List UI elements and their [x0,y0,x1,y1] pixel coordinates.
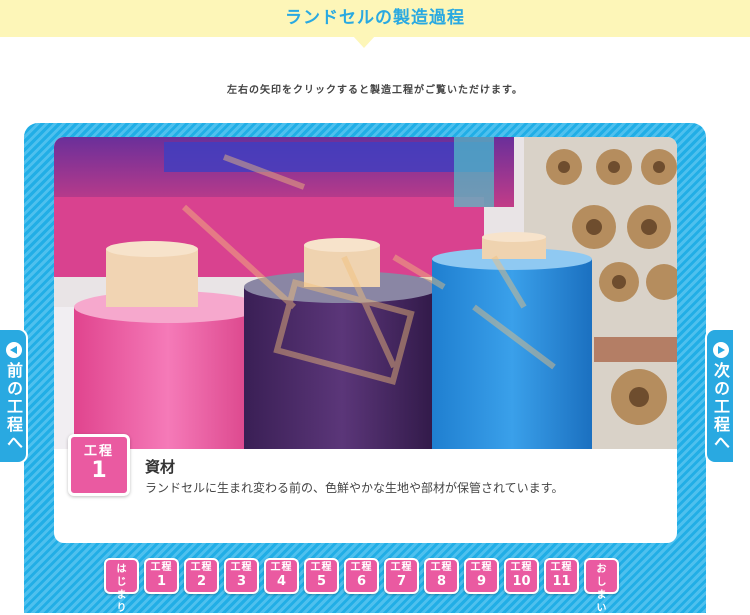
step-nav-item-4[interactable]: 工程 4 [264,558,299,594]
step-nav-item-3[interactable]: 工程 3 [224,558,259,594]
step-nav-item-5[interactable]: 工程 5 [304,558,339,594]
step-nav-label: 工程 [150,562,173,573]
step-nav-start[interactable]: はじまり [104,558,139,614]
step-nav-item-6[interactable]: 工程 6 [344,558,379,594]
step-title: 資材 [145,458,176,476]
title-pointer [353,36,375,48]
next-step-button[interactable]: 次の工程へ [705,328,735,464]
step-badge-label: 工程 [83,444,114,459]
step-badge-number: 1 [91,458,107,483]
step-nav-start-label: はじまり [116,564,127,614]
prev-step-button[interactable]: 前の工程へ [0,328,28,464]
step-nav-number: 1 [156,574,167,589]
step-nav-item-7[interactable]: 工程 7 [384,558,419,594]
step-nav-number: 3 [236,574,247,589]
title-band: ランドセルの製造過程 [0,0,750,37]
page-title: ランドセルの製造過程 [285,8,465,28]
material-rolls-photo [54,137,677,449]
step-nav-label: 工程 [230,562,253,573]
step-nav-number: 5 [316,574,327,589]
instruction-text: 左右の矢印をクリックすると製造工程がご覧いただけます。 [227,85,523,96]
step-nav-number: 6 [356,574,367,589]
step-badge: 工程 1 [68,434,130,496]
step-nav-label: 工程 [430,562,453,573]
step-nav-label: 工程 [550,562,573,573]
step-nav-label: 工程 [510,562,533,573]
step-nav-label: 工程 [350,562,373,573]
step-nav-label: 工程 [310,562,333,573]
step-nav-number: 7 [396,574,407,589]
step-nav-number: 11 [552,574,571,589]
step-nav-item-10[interactable]: 工程 10 [504,558,539,594]
next-step-label: 次の工程へ [711,362,730,452]
step-nav-label: 工程 [390,562,413,573]
step-nav-number: 10 [512,574,531,589]
step-nav-label: 工程 [190,562,213,573]
step-description: ランドセルに生まれ変わる前の、色鮮やかな生地や部材が保管されています。 [145,481,564,495]
arrow-left-circle-icon [6,342,22,358]
step-nav-number: 4 [276,574,287,589]
arrow-right-circle-icon [713,342,729,358]
step-nav-item-9[interactable]: 工程 9 [464,558,499,594]
step-nav: はじまり 工程 1 工程 2 工程 3 工程 4 工程 5 工程 6 工程 7 工程 8 工程 9… [104,558,619,614]
step-nav-item-2[interactable]: 工程 2 [184,558,219,594]
step-nav-item-8[interactable]: 工程 8 [424,558,459,594]
prev-step-label: 前の工程へ [4,362,23,452]
step-nav-end-label: おしまい [596,564,607,614]
step-nav-end[interactable]: おしまい [584,558,619,614]
step-nav-label: 工程 [470,562,493,573]
step-nav-label: 工程 [270,562,293,573]
step-nav-number: 2 [196,574,207,589]
step-nav-item-11[interactable]: 工程 11 [544,558,579,594]
step-nav-number: 8 [436,574,447,589]
step-nav-item-1[interactable]: 工程 1 [144,558,179,594]
step-nav-number: 9 [476,574,487,589]
